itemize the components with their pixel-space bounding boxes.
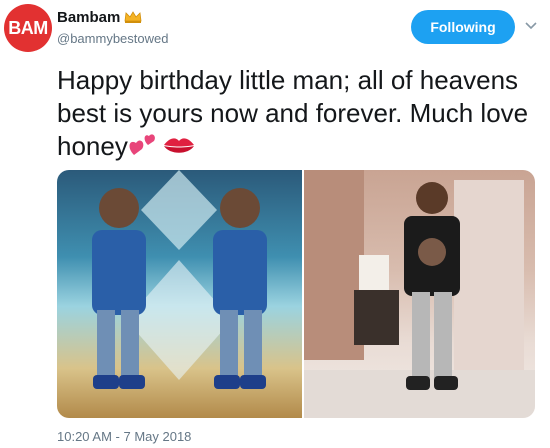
avatar[interactable]: BAM bbox=[4, 4, 52, 52]
photo-boy-mirrored-illustration bbox=[92, 170, 267, 389]
user-handle[interactable]: @bammybestowed bbox=[57, 31, 168, 46]
tweet-text: Happy birthday little man; all of heaven… bbox=[57, 64, 537, 163]
avatar-text: BAM bbox=[8, 17, 48, 38]
photo-boy-standing-illustration bbox=[304, 170, 535, 418]
chevron-down-icon[interactable] bbox=[525, 22, 537, 30]
photo-boy-mirrored[interactable] bbox=[57, 170, 302, 418]
following-button[interactable]: Following bbox=[411, 10, 515, 44]
crown-icon bbox=[124, 11, 142, 23]
two-hearts-emoji bbox=[129, 134, 155, 155]
kiss-mark-emoji bbox=[163, 138, 194, 153]
display-name[interactable]: Bambam bbox=[57, 9, 142, 26]
photo-boy-standing[interactable] bbox=[304, 170, 535, 418]
tweet-timestamp[interactable]: 10:20 AM - 7 May 2018 bbox=[57, 429, 191, 444]
display-name-text: Bambam bbox=[57, 9, 121, 26]
media-grid bbox=[57, 170, 535, 418]
